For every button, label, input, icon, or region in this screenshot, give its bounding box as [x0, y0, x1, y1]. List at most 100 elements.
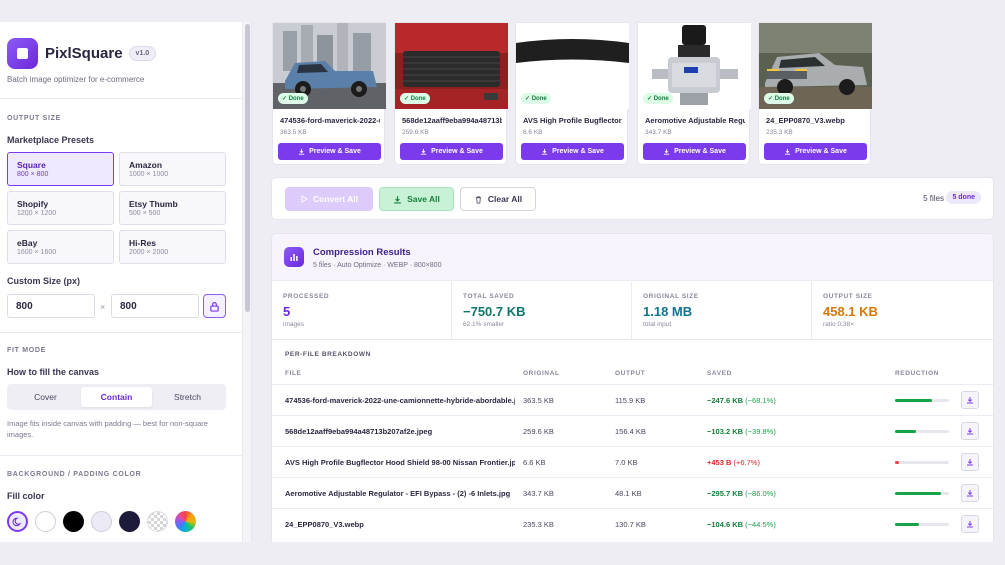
preset-ebay[interactable]: eBay 1600 × 1600 [7, 230, 114, 264]
stat-label: OUTPUT SIZE [823, 293, 873, 300]
row-output: 7.0 KB [615, 458, 638, 467]
card-filesize: 235.3 KB [766, 129, 793, 136]
row-saved: −104.6 KB (−44.5%) [707, 520, 776, 529]
scrollbar-thumb[interactable] [245, 24, 250, 312]
preset-square[interactable]: Square 800 × 800 [7, 152, 114, 186]
swatch-light-gray[interactable] [91, 511, 112, 532]
row-original: 6.6 KB [523, 458, 546, 467]
done-count-badge: 5 done [946, 191, 981, 204]
done-badge: ✓ Done [643, 93, 673, 104]
background-color-label: BACKGROUND / PADDING COLOR [7, 471, 142, 478]
row-filename: 568de12aaff9eba994a48713b207af2e.jpeg [285, 427, 433, 436]
card-filename: 474536-ford-maverick-2022-une-camionnett… [280, 116, 380, 125]
custom-size-label: Custom Size (px) [7, 276, 81, 286]
clear-all-button[interactable]: Clear All [460, 187, 536, 211]
done-badge: ✓ Done [278, 93, 308, 104]
row-saved-percent: (+6.7%) [733, 458, 760, 467]
play-icon [301, 195, 308, 203]
preset-hi-res[interactable]: Hi-Res 2000 × 2000 [119, 230, 226, 264]
row-filename: AVS High Profile Bugflector Hood Shield … [285, 458, 515, 467]
version-badge: v1.0 [128, 46, 157, 61]
preset-amazon[interactable]: Amazon 1000 × 1000 [119, 152, 226, 186]
download-icon [663, 148, 670, 155]
row-filename: 24_EPP0870_V3.webp [285, 520, 364, 529]
presets-label: Marketplace Presets [7, 135, 95, 145]
row-filename: Aeromotive Adjustable Regulator - EFI By… [285, 489, 511, 498]
row-output: 48.1 KB [615, 489, 642, 498]
stat-label: PROCESSED [283, 293, 330, 300]
preset-dims: 1600 × 1600 [17, 249, 57, 256]
results-title: Compression Results [313, 247, 411, 258]
swatch-transparent[interactable] [147, 511, 168, 532]
stat-value: 5 [283, 304, 291, 319]
row-download-button[interactable] [961, 484, 979, 502]
preset-name: eBay [17, 238, 38, 248]
preset-name: Shopify [17, 199, 49, 209]
swatch-black[interactable] [63, 511, 84, 532]
download-icon [967, 397, 973, 404]
reduction-bar-fill [895, 523, 919, 526]
image-card: ✓ Done 474536-ford-maverick-2022-une-cam… [272, 22, 386, 165]
done-badge: ✓ Done [521, 93, 551, 104]
swatch-lavender[interactable] [7, 511, 28, 532]
preset-name: Etsy Thumb [129, 199, 178, 209]
done-badge: ✓ Done [400, 93, 430, 104]
divider [0, 455, 243, 456]
card-filename: Aeromotive Adjustable Regulator - EFI By… [645, 116, 745, 125]
row-original: 235.3 KB [523, 520, 554, 529]
row-download-button[interactable] [961, 453, 979, 471]
convert-all-button[interactable]: Convert All [285, 187, 373, 211]
row-saved-percent: (−68.1%) [745, 396, 776, 405]
row-saved: −247.6 KB (−68.1%) [707, 396, 776, 405]
swatch-custom-color[interactable] [175, 511, 196, 532]
table-row: 24_EPP0870_V3.webp 235.3 KB 130.7 KB −104.6… [272, 508, 993, 539]
stat-label: ORIGINAL SIZE [643, 293, 699, 300]
fill-color-label: Fill color [7, 491, 45, 501]
reduction-bar [895, 461, 949, 464]
divider [0, 98, 243, 99]
preset-dims: 2000 × 2000 [129, 249, 169, 256]
row-original: 343.7 KB [523, 489, 554, 498]
fit-option-cover[interactable]: Cover [10, 387, 81, 407]
preview-save-button[interactable]: Preview & Save [400, 143, 503, 160]
row-output: 130.7 KB [615, 520, 646, 529]
row-download-button[interactable] [961, 391, 979, 409]
column-header-saved: SAVED [707, 370, 732, 377]
stat-label: TOTAL SAVED [463, 293, 515, 300]
card-filename: 24_EPP0870_V3.webp [766, 116, 845, 125]
results-header: Compression Results 5 files · Auto Optim… [272, 234, 993, 281]
preset-dims: 800 × 800 [17, 171, 49, 178]
width-input[interactable] [7, 294, 95, 318]
card-filesize: 259.6 KB [402, 129, 429, 136]
times-sign: × [100, 302, 106, 312]
table-row: AVS High Profile Bugflector Hood Shield … [272, 446, 993, 477]
output-size-label: OUTPUT SIZE [7, 115, 61, 122]
compression-results-panel: Compression Results 5 files · Auto Optim… [271, 233, 994, 542]
sidebar-scrollbar[interactable] [242, 22, 251, 542]
column-header-reduction: REDUCTION [895, 370, 940, 377]
preset-etsy-thumb[interactable]: Etsy Thumb 500 × 500 [119, 191, 226, 225]
stat-foot: images [283, 321, 304, 328]
preset-dims: 500 × 500 [129, 210, 161, 217]
fit-option-contain[interactable]: Contain [81, 387, 152, 407]
brand-name: PixlSquare [45, 45, 123, 62]
preset-dims: 1200 × 1200 [17, 210, 57, 217]
row-original: 259.6 KB [523, 427, 554, 436]
row-download-button[interactable] [961, 422, 979, 440]
fit-mode-segmented: Cover Contain Stretch [7, 384, 226, 410]
card-filesize: 343.7 KB [645, 129, 672, 136]
preview-save-button[interactable]: Preview & Save [764, 143, 867, 160]
swatch-navy[interactable] [119, 511, 140, 532]
reduction-bar [895, 399, 949, 402]
row-download-button[interactable] [961, 515, 979, 533]
preview-save-button[interactable]: Preview & Save [643, 143, 746, 160]
preview-save-button[interactable]: Preview & Save [521, 143, 624, 160]
trash-icon [475, 195, 482, 204]
preset-shopify[interactable]: Shopify 1200 × 1200 [7, 191, 114, 225]
height-input[interactable] [111, 294, 199, 318]
aspect-lock-button[interactable] [203, 294, 226, 318]
preview-save-button[interactable]: Preview & Save [278, 143, 381, 160]
save-all-button[interactable]: Save All [379, 187, 454, 211]
fit-option-stretch[interactable]: Stretch [152, 387, 223, 407]
swatch-white[interactable] [35, 511, 56, 532]
